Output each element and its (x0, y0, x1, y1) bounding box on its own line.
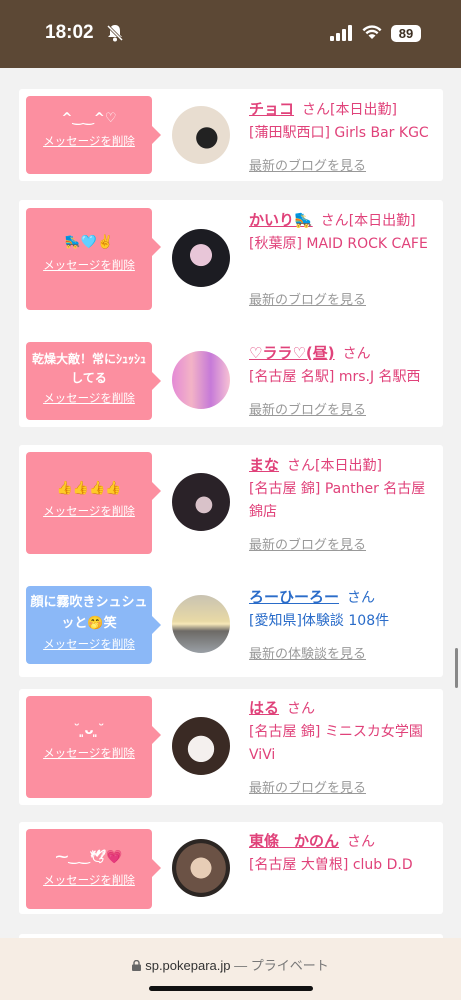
honorific: さん (347, 590, 376, 606)
cast-name-link[interactable]: 東條 かのん (249, 832, 339, 850)
avatar[interactable] (172, 106, 230, 164)
lock-icon (132, 959, 142, 971)
honorific: さん (287, 701, 316, 717)
delete-message-link[interactable]: メッセージを削除 (26, 390, 152, 406)
status-badge: [本日出勤] (330, 102, 397, 118)
avatar[interactable] (172, 717, 230, 775)
message-text: 🛼🩵✌️ (64, 235, 114, 250)
url-bar[interactable]: sp.pokepara.jp — プライベート (0, 938, 461, 1000)
home-indicator[interactable] (149, 986, 313, 991)
message-bubble: 顔に霧吹きシュシュッと🤭笑 メッセージを削除 (26, 586, 161, 664)
avatar[interactable] (172, 595, 230, 653)
message-bubble: 👍👍👍👍 メッセージを削除 (26, 452, 161, 554)
avatar[interactable] (172, 229, 230, 287)
message-bubble: ^‿‿^♡ メッセージを削除 (26, 96, 161, 174)
delete-message-link[interactable]: メッセージを削除 (26, 503, 152, 519)
cast-name-link[interactable]: かいり🛼 (249, 211, 313, 229)
cast-name-link[interactable]: はる (249, 699, 279, 717)
shop-link[interactable]: [名古屋 大曽根] club D.D (249, 854, 439, 877)
list-item[interactable]: 顔に霧吹きシュシュッと🤭笑 メッセージを削除 ろーひーろー さん [愛知県]体験談… (19, 579, 443, 677)
list-item[interactable]: ^‿‿^♡ メッセージを削除 チョコ さん[本日出勤] [蒲田駅西口] Girls… (19, 89, 443, 181)
message-bubble: ˘ ͈ᴗ ͈˘ メッセージを削除 (26, 696, 161, 798)
message-text: ⁓‿‿🕊💗 (55, 850, 123, 865)
latest-blog-link[interactable]: 最新のブログを見る (249, 777, 366, 796)
status-bar: 18:02 89 (0, 0, 461, 68)
list-item[interactable]: 乾燥大敵！常にｼｭｯｼｭしてる メッセージを削除 ♡ララ♡(昼) さん [名古屋 … (19, 335, 443, 427)
avatar[interactable] (172, 839, 230, 897)
delete-message-link[interactable]: メッセージを削除 (26, 872, 152, 888)
honorific: さん (302, 102, 331, 118)
avatar[interactable] (172, 473, 230, 531)
message-text: ˘ ͈ᴗ ͈˘ (73, 723, 105, 738)
shop-link[interactable]: [蒲田駅西口] Girls Bar KGC (249, 122, 439, 145)
message-text: 👍👍👍👍 (56, 481, 122, 496)
cast-name-link[interactable]: チョコ (249, 100, 294, 118)
status-badge: [本日出勤] (315, 458, 382, 474)
latest-blog-link[interactable]: 最新のブログを見る (249, 534, 366, 553)
message-text: ^‿‿^♡ (61, 111, 117, 126)
latest-blog-link[interactable]: 最新のブログを見る (249, 155, 366, 174)
status-badge: [本日出勤] (348, 213, 416, 229)
shop-link[interactable]: [愛知県]体験談 108件 (249, 610, 439, 633)
delete-message-link[interactable]: メッセージを削除 (26, 745, 152, 761)
battery-icon: 89 (391, 25, 421, 42)
latest-blog-link[interactable]: 最新のブログを見る (249, 289, 366, 308)
cast-name-link[interactable]: まな (249, 456, 279, 474)
message-bubble: ⁓‿‿🕊💗 メッセージを削除 (26, 829, 161, 909)
honorific: さん (320, 213, 349, 229)
delete-message-link[interactable]: メッセージを削除 (26, 636, 152, 652)
avatar[interactable] (172, 351, 230, 409)
clock: 18:02 (45, 22, 94, 43)
bell-slash-icon (106, 24, 124, 42)
separator: — (234, 958, 248, 973)
shop-link[interactable]: [秋葉原] MAID ROCK CAFE (249, 233, 439, 256)
list-item[interactable]: ⁓‿‿🕊💗 メッセージを削除 東條 かのん さん [名古屋 大曽根] club D… (19, 822, 443, 914)
honorific: さん (342, 346, 371, 362)
latest-experience-link[interactable]: 最新の体験談を見る (249, 643, 366, 662)
shop-link[interactable]: [名古屋 錦] Panther 名古屋錦店 (249, 478, 439, 524)
shop-link[interactable]: [名古屋 錦] ミニスカ女学園 ViVi (249, 721, 439, 767)
wifi-icon (362, 25, 382, 39)
delete-message-link[interactable]: メッセージを削除 (26, 257, 152, 273)
message-bubble: 🛼🩵✌️ メッセージを削除 (26, 208, 161, 310)
message-bubble: 乾燥大敵！常にｼｭｯｼｭしてる メッセージを削除 (26, 342, 161, 420)
list-item[interactable]: ˘ ͈ᴗ ͈˘ メッセージを削除 はる さん [名古屋 錦] ミニスカ女学園 Vi… (19, 689, 443, 805)
cast-name-link[interactable]: ろーひーろー (249, 588, 339, 606)
delete-message-link[interactable]: メッセージを削除 (26, 133, 152, 149)
signal-icon (330, 25, 352, 41)
message-text: 乾燥大敵！常にｼｭｯｼｭしてる (31, 352, 146, 385)
honorific: さん (347, 834, 376, 850)
scrollbar[interactable] (455, 648, 458, 688)
latest-blog-link[interactable]: 最新のブログを見る (249, 399, 366, 418)
honorific: さん (287, 458, 316, 474)
domain-text: sp.pokepara.jp (145, 958, 231, 973)
cast-name-link[interactable]: ♡ララ♡(昼) (249, 344, 335, 362)
private-mode-label: プライベート (250, 958, 329, 973)
shop-link[interactable]: [名古屋 名駅] mrs.J 名駅西 (249, 366, 439, 389)
message-text: 顔に霧吹きシュシュッと🤭笑 (30, 595, 148, 631)
